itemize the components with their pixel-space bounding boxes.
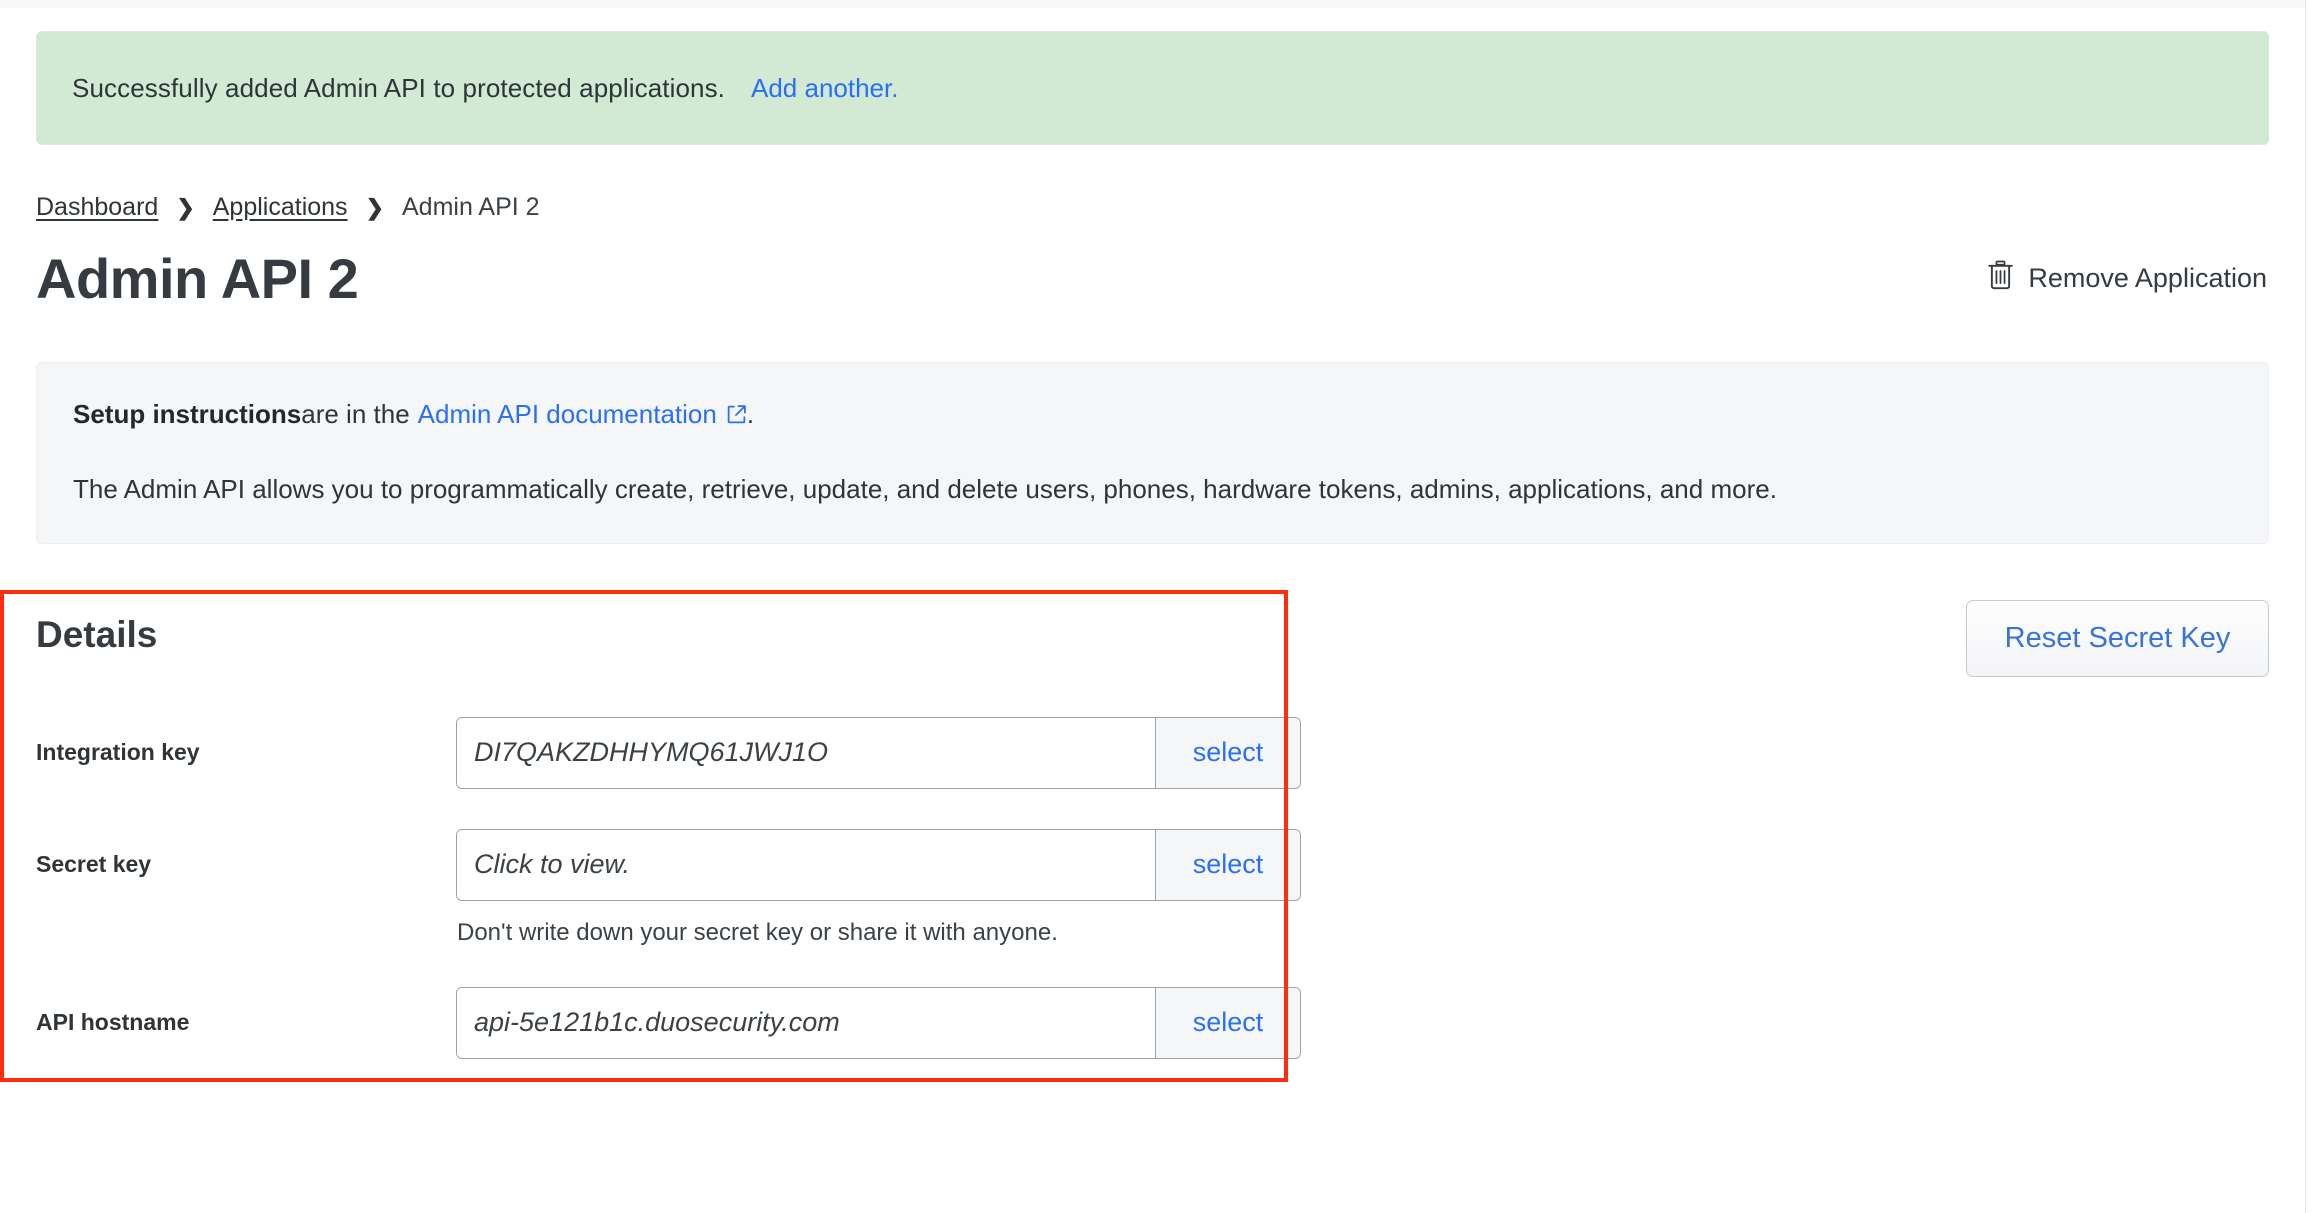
setup-instructions-period: . bbox=[746, 398, 755, 429]
page-title: Admin API 2 bbox=[36, 247, 359, 310]
application-details-page: Successfully added Admin API to protecte… bbox=[0, 0, 2323, 1213]
page-header-row: Admin API 2 Remove Application bbox=[36, 248, 2269, 310]
details-section: Details Reset Secret Key Integration key… bbox=[0, 589, 2269, 1082]
api-hostname-input-group[interactable]: api-5e121b1c.duosecurity.com select bbox=[456, 986, 1301, 1059]
success-banner-message: Successfully added Admin API to protecte… bbox=[72, 72, 725, 103]
api-hostname-value[interactable]: api-5e121b1c.duosecurity.com bbox=[457, 987, 1155, 1058]
remove-application-button[interactable]: Remove Application bbox=[1987, 260, 2269, 297]
admin-api-documentation-link[interactable]: Admin API documentation bbox=[418, 399, 747, 430]
breadcrumb-item-current: Admin API 2 bbox=[402, 193, 540, 221]
api-hostname-label: API hostname bbox=[36, 1009, 190, 1036]
integration-key-input-group[interactable]: DI7QAKZDHHYMQ61JWJ1O select bbox=[456, 716, 1301, 789]
integration-key-value[interactable]: DI7QAKZDHHYMQ61JWJ1O bbox=[457, 717, 1155, 788]
field-row-integration-key: Integration key DI7QAKZDHHYMQ61JWJ1O sel… bbox=[36, 716, 2269, 789]
external-link-icon bbox=[726, 401, 747, 432]
secret-key-value[interactable]: Click to view. bbox=[457, 829, 1155, 900]
success-banner: Successfully added Admin API to protecte… bbox=[36, 31, 2269, 145]
field-row-secret-key: Secret key Click to view. select bbox=[36, 828, 2269, 901]
remove-application-label: Remove Application bbox=[2028, 263, 2267, 294]
chevron-right-icon: ❯ bbox=[176, 194, 195, 220]
setup-instructions-line: Setup instructions are in the Admin API … bbox=[73, 399, 2232, 430]
page-content: Successfully added Admin API to protecte… bbox=[0, 0, 2305, 1082]
chevron-right-icon: ❯ bbox=[365, 194, 384, 220]
setup-instructions-text: are in the bbox=[301, 398, 410, 429]
reset-secret-key-button[interactable]: Reset Secret Key bbox=[1966, 599, 2269, 677]
add-another-link[interactable]: Add another. bbox=[751, 73, 898, 104]
integration-key-label: Integration key bbox=[36, 739, 200, 766]
breadcrumb-item-applications[interactable]: Applications bbox=[213, 193, 348, 222]
vertical-scrollbar[interactable] bbox=[2305, 0, 2323, 1213]
admin-api-documentation-label: Admin API documentation bbox=[417, 398, 717, 429]
setup-instructions-strong: Setup instructions bbox=[73, 398, 302, 429]
details-title: Details bbox=[36, 613, 158, 655]
secret-key-input-group[interactable]: Click to view. select bbox=[456, 828, 1301, 901]
integration-key-select-button[interactable]: select bbox=[1155, 717, 1300, 788]
api-hostname-select-button[interactable]: select bbox=[1155, 987, 1300, 1058]
secret-key-help-text: Don't write down your secret key or shar… bbox=[457, 918, 1058, 946]
setup-instructions-box: Setup instructions are in the Admin API … bbox=[36, 361, 2269, 544]
breadcrumb: Dashboard ❯ Applications ❯ Admin API 2 bbox=[36, 193, 2269, 222]
field-row-api-hostname: API hostname api-5e121b1c.duosecurity.co… bbox=[36, 986, 2269, 1059]
admin-api-description: The Admin API allows you to programmatic… bbox=[73, 473, 1777, 504]
breadcrumb-item-dashboard[interactable]: Dashboard bbox=[36, 193, 158, 222]
trash-icon bbox=[1987, 260, 2014, 297]
secret-key-select-button[interactable]: select bbox=[1155, 829, 1300, 900]
details-header-row: Details Reset Secret Key bbox=[36, 590, 2269, 677]
secret-key-label: Secret key bbox=[36, 851, 152, 878]
